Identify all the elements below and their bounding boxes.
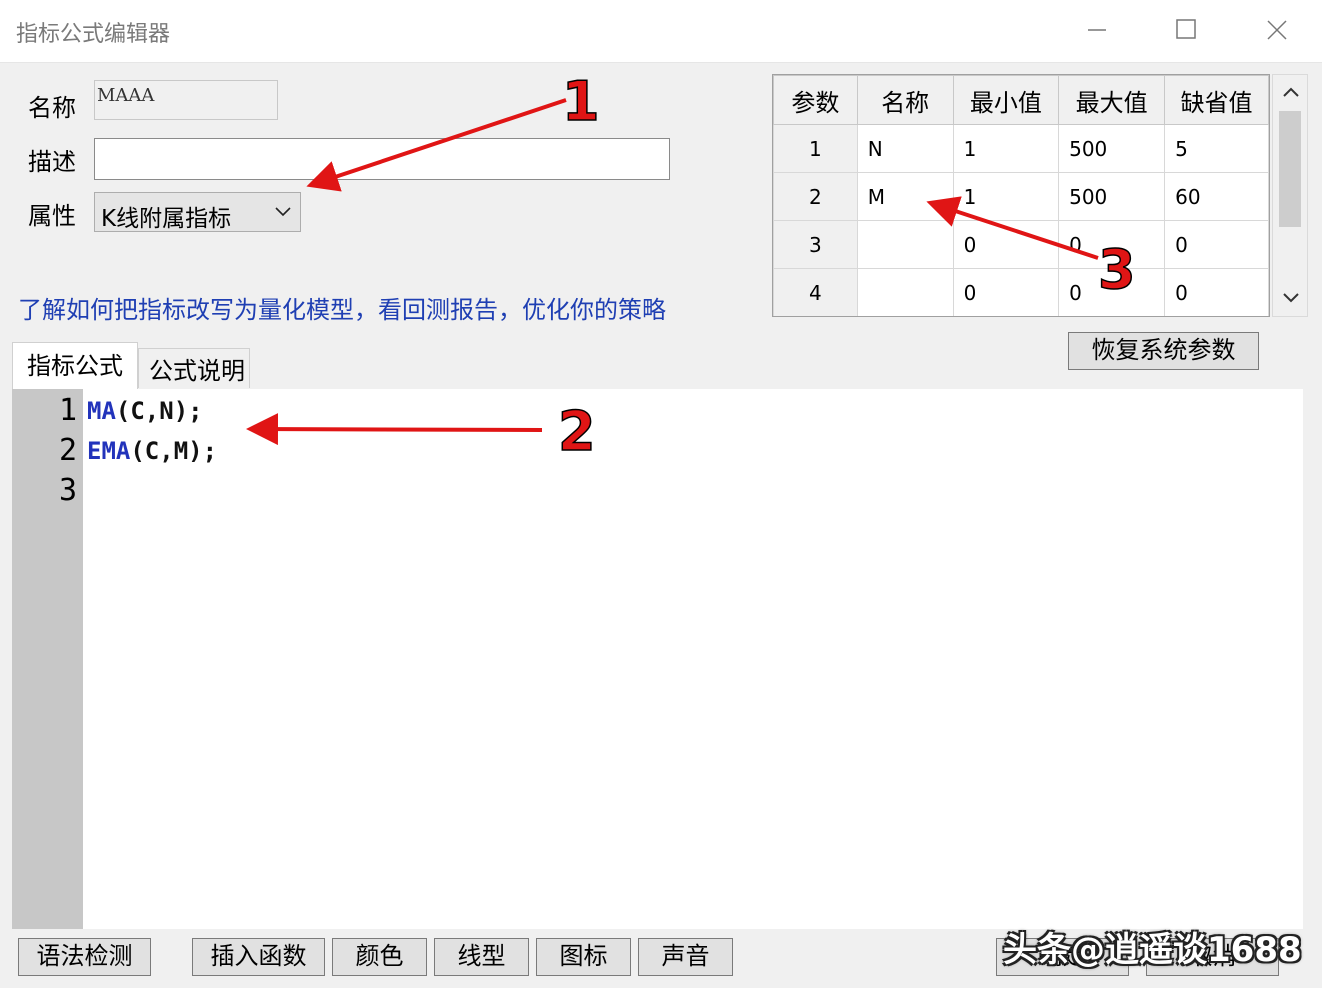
name-label: 名称 xyxy=(28,94,76,122)
sound-button[interactable]: 声音 xyxy=(638,938,733,976)
param-min-cell[interactable]: 1 xyxy=(952,124,1060,173)
param-min-cell[interactable]: 0 xyxy=(952,220,1060,269)
close-icon xyxy=(1267,20,1287,40)
table-row: 1 N 1 500 5 xyxy=(773,124,1269,173)
tab-formula[interactable]: 指标公式 xyxy=(12,342,138,390)
maximize-button[interactable] xyxy=(1166,10,1206,50)
column-header: 参数 xyxy=(773,75,858,125)
minimize-icon xyxy=(1088,29,1106,31)
title-bar: 指标公式编辑器 xyxy=(0,0,1322,63)
param-max-cell[interactable]: 500 xyxy=(1058,124,1166,173)
table-header-row: 参数 名称 最小值 最大值 缺省值 xyxy=(773,75,1269,125)
param-default-cell[interactable]: 5 xyxy=(1164,124,1269,173)
param-max-cell[interactable]: 0 xyxy=(1058,268,1166,316)
restore-params-button[interactable]: 恢复系统参数 xyxy=(1068,332,1259,370)
attr-label: 属性 xyxy=(28,202,76,230)
desc-label: 描述 xyxy=(28,148,76,176)
syntax-check-button[interactable]: 语法检测 xyxy=(18,938,151,976)
watermark: 头条@逍遥谈1688 xyxy=(1003,930,1302,970)
tab-formula-description[interactable]: 公式说明 xyxy=(138,348,250,388)
scrollbar-thumb[interactable] xyxy=(1279,111,1301,227)
column-header: 缺省值 xyxy=(1164,75,1269,125)
color-button[interactable]: 颜色 xyxy=(332,938,427,976)
row-number: 3 xyxy=(773,220,858,269)
attr-select-value: K线附属指标 xyxy=(101,206,232,232)
annotation-number-1: 1 xyxy=(562,70,600,133)
line-number: 3 xyxy=(58,473,77,508)
line-number: 2 xyxy=(58,433,77,468)
line-style-button[interactable]: 线型 xyxy=(434,938,529,976)
name-field[interactable]: MAAA xyxy=(94,80,278,120)
params-table: 参数 名称 最小值 最大值 缺省值 1 N 1 500 5 2 M 1 500 … xyxy=(772,74,1270,317)
row-number: 2 xyxy=(773,172,858,221)
param-name-cell[interactable] xyxy=(856,268,954,316)
quant-model-link[interactable]: 了解如何把指标改写为量化模型，看回测报告，优化你的策略 xyxy=(18,290,666,325)
line-number-gutter: 1 2 3 xyxy=(12,389,83,929)
insert-function-button[interactable]: 插入函数 xyxy=(192,938,325,976)
maximize-icon xyxy=(1176,19,1196,39)
code-editor[interactable]: 1 2 3 MA(C,N); EMA(C,M); xyxy=(12,389,1303,929)
params-scrollbar[interactable] xyxy=(1272,74,1308,317)
param-name-cell[interactable] xyxy=(856,220,954,269)
window-title: 指标公式编辑器 xyxy=(16,22,171,47)
code-function: MA xyxy=(87,397,116,425)
column-header: 最大值 xyxy=(1058,75,1166,125)
param-name-cell[interactable]: M xyxy=(856,172,954,221)
row-number: 4 xyxy=(773,268,858,316)
param-default-cell[interactable]: 0 xyxy=(1164,268,1269,316)
code-line[interactable]: MA(C,N); xyxy=(87,397,203,425)
table-row: 2 M 1 500 60 xyxy=(773,172,1269,221)
minimize-button[interactable] xyxy=(1076,10,1116,50)
param-max-cell[interactable]: 0 xyxy=(1058,220,1166,269)
attr-select[interactable]: K线附属指标 xyxy=(94,192,301,232)
desc-field[interactable] xyxy=(94,138,670,180)
chevron-down-icon xyxy=(275,207,291,217)
chevron-up-icon[interactable] xyxy=(1281,85,1301,99)
table-row: 3 0 0 0 xyxy=(773,220,1269,269)
icon-button[interactable]: 图标 xyxy=(536,938,631,976)
param-default-cell[interactable]: 60 xyxy=(1164,172,1269,221)
code-line[interactable]: EMA(C,M); xyxy=(87,437,217,465)
param-default-cell[interactable]: 0 xyxy=(1164,220,1269,269)
code-args: (C,M); xyxy=(130,437,218,465)
column-header: 最小值 xyxy=(952,75,1060,125)
param-min-cell[interactable]: 0 xyxy=(952,268,1060,316)
code-args: (C,N); xyxy=(115,397,203,425)
column-header: 名称 xyxy=(856,75,954,125)
close-button[interactable] xyxy=(1257,10,1297,50)
row-number: 1 xyxy=(773,124,858,173)
line-number: 1 xyxy=(58,393,77,428)
param-max-cell[interactable]: 500 xyxy=(1058,172,1166,221)
code-function: EMA xyxy=(87,437,131,465)
chevron-down-icon[interactable] xyxy=(1281,291,1301,305)
param-min-cell[interactable]: 1 xyxy=(952,172,1060,221)
table-row: 4 0 0 0 xyxy=(773,268,1269,316)
param-name-cell[interactable]: N xyxy=(856,124,954,173)
